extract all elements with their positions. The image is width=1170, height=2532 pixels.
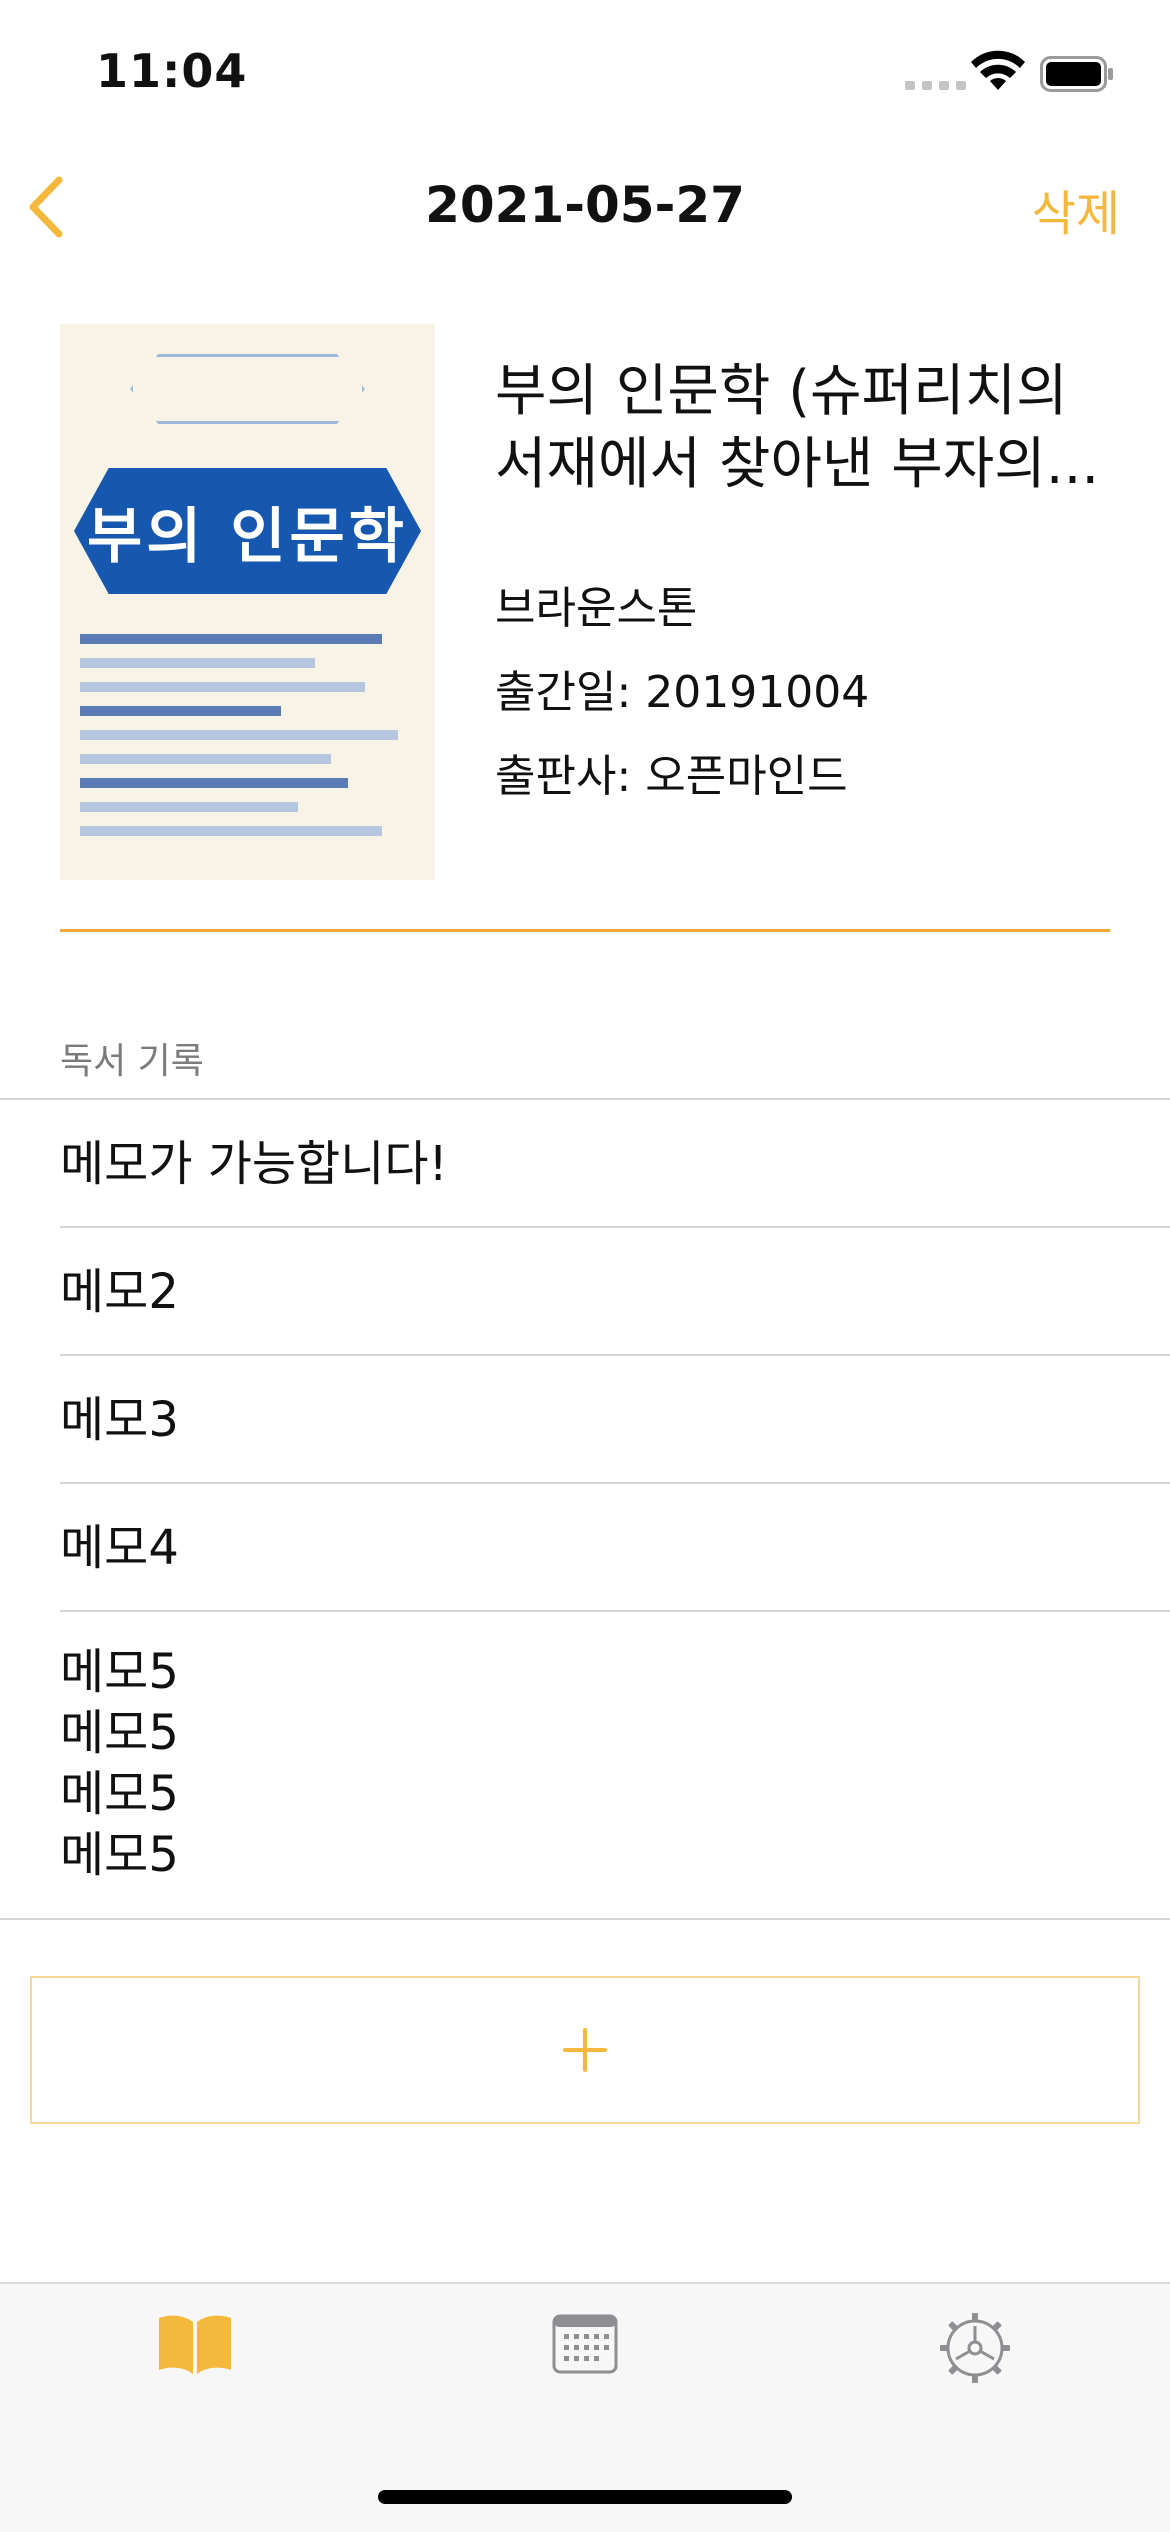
gear-icon — [940, 2313, 1010, 2383]
home-indicator — [378, 2490, 792, 2504]
record-item[interactable]: 메모3 — [0, 1356, 1170, 1484]
record-item[interactable]: 메모5 메모5 메모5 메모5 — [0, 1612, 1170, 1920]
record-text: 메모5 메모5 메모5 메모5 — [60, 1644, 179, 1883]
plus-icon — [563, 2028, 607, 2072]
status-bar: 11:04 — [0, 0, 1170, 150]
chevron-left-icon — [29, 176, 63, 238]
record-text: 메모3 — [60, 1391, 179, 1448]
book-title: 부의 인문학 (슈퍼리치의 서재에서 찾아낸 부자의... — [495, 359, 1100, 497]
record-text: 메모4 — [60, 1519, 179, 1576]
delete-button[interactable]: 삭제 — [1032, 174, 1120, 244]
back-button[interactable] — [20, 170, 70, 244]
cover-title: 부의 인문학 — [87, 501, 408, 572]
book-author: 브라운스톤 — [495, 583, 698, 634]
book-publish-date: 출간일: 20191004 — [495, 667, 870, 718]
record-item[interactable]: 메모가 가능합니다! — [0, 1100, 1170, 1228]
add-record-button[interactable] — [30, 1976, 1140, 2124]
book-publisher: 출판사: 오픈마인드 — [495, 751, 848, 802]
cellular-signal-icon — [905, 81, 966, 90]
record-text: 메모2 — [60, 1263, 179, 1320]
tab-calendar[interactable] — [525, 2312, 645, 2412]
section-header-reading-records: 독서 기록 — [60, 1041, 204, 1082]
book-detail-screen: 11:04 2021-05-27 삭제 부의 인문학 부의 인문학 (슈퍼리치의… — [0, 0, 1170, 2532]
record-item[interactable]: 메모2 — [0, 1228, 1170, 1356]
book-icon — [159, 2315, 231, 2374]
calendar-icon — [552, 2314, 618, 2374]
tab-settings[interactable] — [915, 2312, 1035, 2412]
status-time: 11:04 — [96, 44, 248, 98]
record-text: 메모가 가능합니다! — [60, 1135, 448, 1192]
accent-divider — [60, 929, 1110, 932]
tab-books[interactable] — [135, 2312, 255, 2412]
book-cover-image: 부의 인문학 — [60, 324, 435, 880]
battery-icon — [1040, 56, 1113, 92]
record-item[interactable]: 메모4 — [0, 1484, 1170, 1612]
wifi-icon — [971, 50, 1025, 90]
reading-records-list: 메모가 가능합니다! 메모2 메모3 메모4 메모5 메모5 메모5 메모5 — [0, 1098, 1170, 1920]
nav-title: 2021-05-27 — [425, 176, 745, 234]
